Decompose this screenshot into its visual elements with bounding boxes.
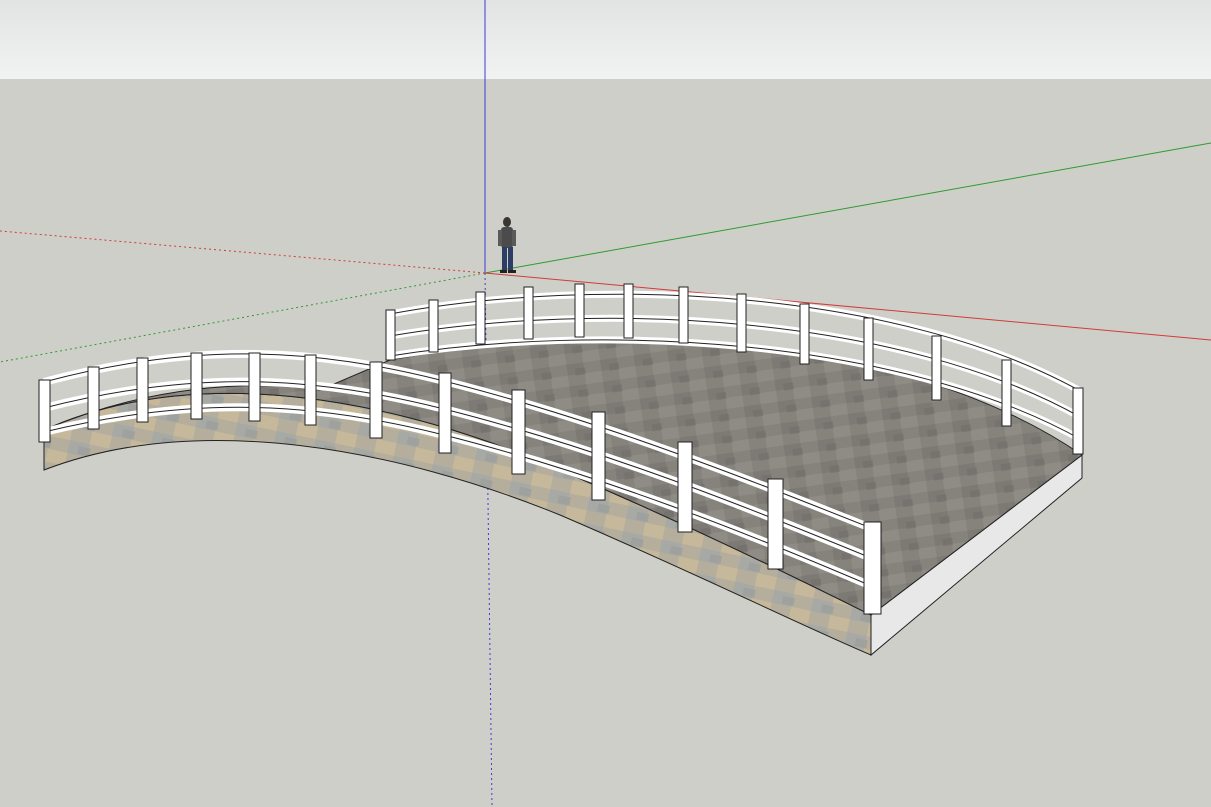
green-axis-positive <box>484 142 1211 274</box>
green-axis-negative <box>0 272 486 363</box>
red-axis-negative <box>0 230 486 274</box>
bridge-model[interactable] <box>38 283 1084 657</box>
sketchup-viewport[interactable] <box>0 0 1211 807</box>
red-axis-positive <box>484 272 1211 341</box>
scale-figure-person[interactable] <box>498 217 516 273</box>
model-canvas[interactable] <box>0 0 1211 807</box>
